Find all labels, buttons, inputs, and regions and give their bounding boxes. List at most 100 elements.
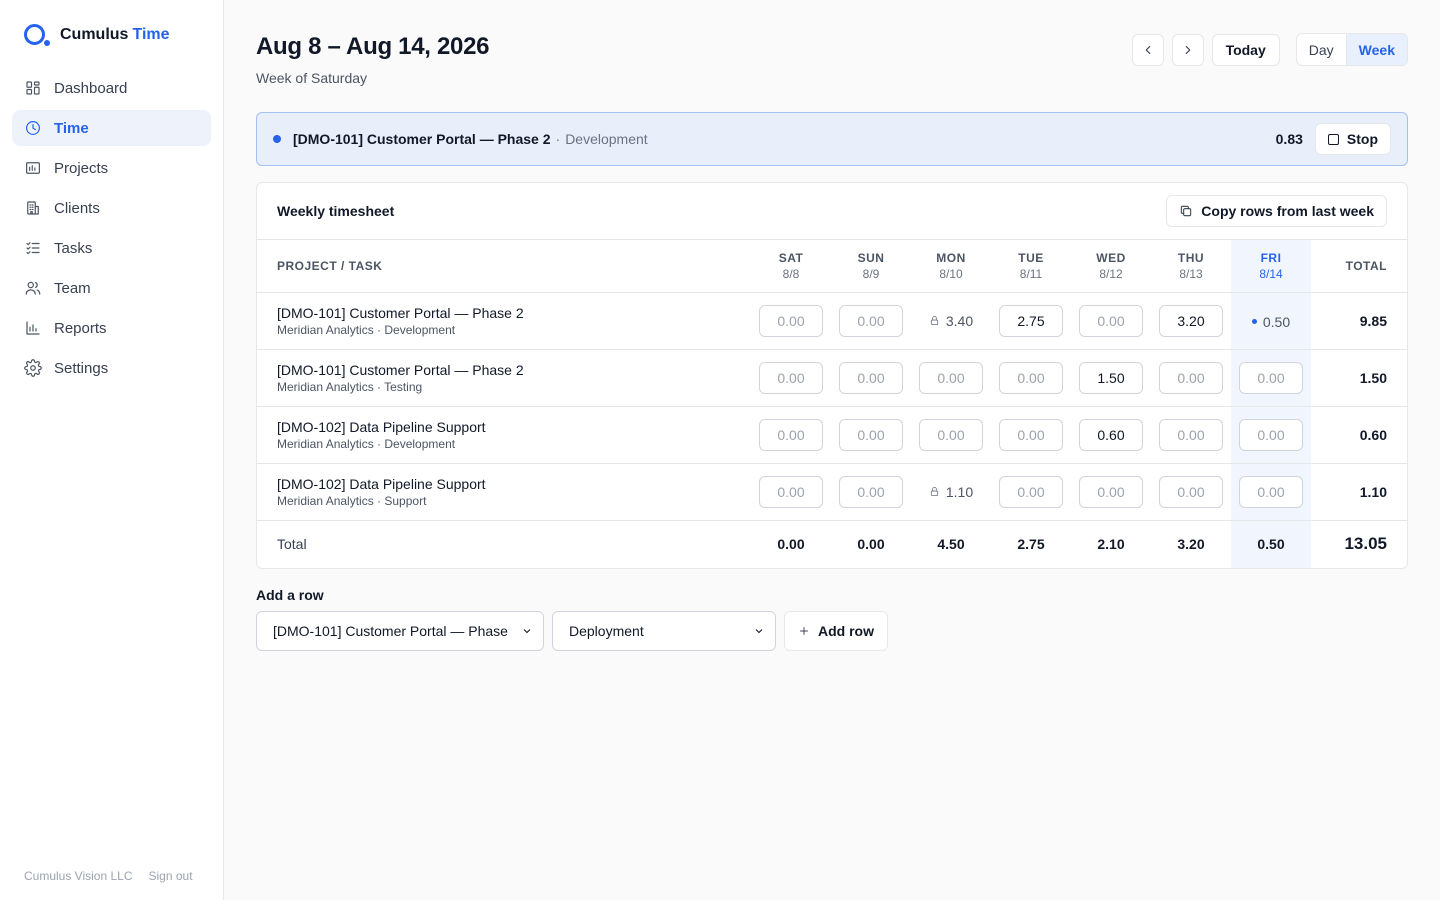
table-row: [DMO-102] Data Pipeline Support Meridian … — [257, 406, 1407, 463]
sidebar-item-team[interactable]: Team — [12, 270, 211, 306]
day-cell: 3.40 — [911, 292, 991, 349]
sidebar-item-label: Settings — [54, 359, 109, 377]
hours-value: 0.50 — [1262, 313, 1291, 330]
sign-out-link[interactable]: Sign out — [149, 869, 193, 883]
hours-input[interactable]: 0.00 — [1079, 304, 1143, 337]
running-hours-cell[interactable]: 0.50 — [1251, 313, 1291, 330]
copy-icon — [1181, 205, 1192, 217]
hours-input[interactable]: 3.20 — [1159, 304, 1223, 337]
hours-input[interactable]: 0.00 — [839, 418, 903, 451]
row-project-name: [DMO-101] Customer Portal — Phase 2 — [277, 361, 524, 378]
day-cell: 0.00 — [1231, 406, 1311, 463]
hours-input[interactable]: 0.00 — [759, 361, 823, 394]
day-cell: 0.50 — [1231, 292, 1311, 349]
sidebar-item-tasks[interactable]: Tasks — [12, 230, 211, 266]
day-cell: 0.00 — [991, 349, 1071, 406]
sidebar-nav: Dashboard Time Projects Clients Tasks Team Rep… — [12, 70, 211, 386]
hours-input[interactable]: 1.50 — [1079, 361, 1143, 394]
cumulus-logo-icon — [24, 23, 50, 47]
view-toggle: Day Week — [1295, 33, 1408, 66]
day-cell: 0.00 — [831, 349, 911, 406]
col-project-task: Project / Task — [257, 240, 751, 293]
hours-input[interactable]: 0.00 — [999, 418, 1063, 451]
hours-input[interactable]: 0.00 — [919, 361, 983, 394]
next-week-button[interactable] — [1171, 33, 1204, 66]
prev-week-button[interactable] — [1131, 33, 1164, 66]
hours-input[interactable]: 0.00 — [839, 475, 903, 508]
day-cell: 3.20 — [1151, 292, 1231, 349]
day-cell: 2.75 — [991, 292, 1071, 349]
sidebar-item-projects[interactable]: Projects — [12, 150, 211, 186]
sidebar-item-settings[interactable]: Settings — [12, 350, 211, 386]
view-day-button[interactable]: Day — [1297, 34, 1346, 65]
day-cell: 0.00 — [831, 463, 911, 520]
hours-input[interactable]: 0.00 — [919, 418, 983, 451]
day-cell: 0.00 — [751, 349, 831, 406]
day-date: 8/13 — [1179, 266, 1203, 281]
running-hours: 0.83 — [1275, 131, 1303, 147]
day-name: WED — [1096, 250, 1126, 265]
hours-input[interactable]: 0.00 — [759, 304, 823, 337]
task-cell: [DMO-101] Customer Portal — Phase 2 Merid… — [257, 349, 751, 406]
hours-input[interactable]: 0.00 — [759, 475, 823, 508]
col-day-tue: TUE 8/11 — [991, 240, 1071, 293]
day-cell: 0.00 — [751, 292, 831, 349]
hours-input[interactable]: 0.00 — [1239, 475, 1303, 508]
hours-input[interactable]: 0.00 — [839, 304, 903, 337]
row-client-task: Meridian Analytics · Development — [277, 322, 456, 337]
view-week-button[interactable]: Week — [1345, 34, 1407, 65]
copy-rows-label: Copy rows from last week — [1201, 203, 1374, 219]
col-day-fri: FRI 8/14 — [1231, 240, 1311, 293]
brand[interactable]: Cumulus Time — [12, 0, 211, 70]
add-row-label: Add a row — [256, 587, 324, 603]
running-separator: · — [555, 131, 561, 147]
task-select-value: Deployment — [569, 623, 644, 639]
day-total: 3.20 — [1177, 536, 1205, 553]
add-row-button[interactable]: Add row — [784, 611, 888, 651]
project-select[interactable]: [DMO-101] Customer Portal — Phase — [256, 611, 544, 651]
sidebar-item-label: Dashboard — [54, 79, 128, 97]
day-total: 4.50 — [937, 536, 965, 553]
sidebar-item-clients[interactable]: Clients — [12, 190, 211, 226]
hours-input[interactable]: 0.00 — [839, 361, 903, 394]
copy-rows-button[interactable]: Copy rows from last week — [1166, 195, 1387, 227]
clock-icon — [24, 119, 42, 137]
task-cell: [DMO-101] Customer Portal — Phase 2 Merid… — [257, 292, 751, 349]
hours-input[interactable]: 0.00 — [1239, 418, 1303, 451]
today-button[interactable]: Today — [1211, 33, 1280, 66]
hours-input[interactable]: 2.75 — [999, 304, 1063, 337]
day-name: MON — [936, 250, 966, 265]
timesheet-head-row: Project / Task SAT 8/8 SUN 8/9 MON 8/10 TUE 8/1… — [257, 240, 1407, 293]
page-header: Aug 8 – Aug 14, 2026 Week of Saturday To… — [256, 0, 1408, 112]
hours-input[interactable]: 0.00 — [999, 361, 1063, 394]
stop-timer-button[interactable]: Stop — [1314, 123, 1391, 155]
sidebar-item-time[interactable]: Time — [12, 110, 211, 146]
sidebar-item-label: Time — [54, 119, 89, 137]
hours-input[interactable]: 0.60 — [1079, 418, 1143, 451]
hours-input[interactable]: 0.00 — [759, 418, 823, 451]
day-total: 0.50 — [1231, 520, 1311, 568]
day-date: 8/14 — [1259, 266, 1283, 281]
hours-input[interactable]: 0.00 — [1159, 361, 1223, 394]
locked-hours: 1.10 — [929, 484, 973, 500]
hours-input[interactable]: 0.00 — [1159, 418, 1223, 451]
building-icon — [24, 199, 42, 217]
hours-input[interactable]: 0.00 — [1079, 475, 1143, 508]
row-project-name: [DMO-102] Data Pipeline Support — [277, 418, 486, 435]
lock-icon — [929, 313, 940, 329]
add-row-button-label: Add row — [818, 623, 874, 639]
running-project: [DMO-101] Customer Portal — Phase 2 — [293, 131, 551, 147]
sidebar-item-dashboard[interactable]: Dashboard — [12, 70, 211, 106]
running-task: Development — [565, 131, 648, 147]
day-total: 2.10 — [1097, 536, 1125, 553]
sidebar-item-label: Clients — [54, 199, 100, 217]
brand-accent: Time — [132, 26, 170, 43]
hours-input[interactable]: 0.00 — [1159, 475, 1223, 508]
timesheet-title: Weekly timesheet — [277, 203, 395, 219]
day-name: FRI — [1260, 250, 1282, 265]
sidebar-item-reports[interactable]: Reports — [12, 310, 211, 346]
hours-input[interactable]: 0.00 — [1239, 361, 1303, 394]
task-select[interactable]: Deployment — [552, 611, 776, 651]
day-cell: 0.00 — [1231, 463, 1311, 520]
hours-input[interactable]: 0.00 — [999, 475, 1063, 508]
